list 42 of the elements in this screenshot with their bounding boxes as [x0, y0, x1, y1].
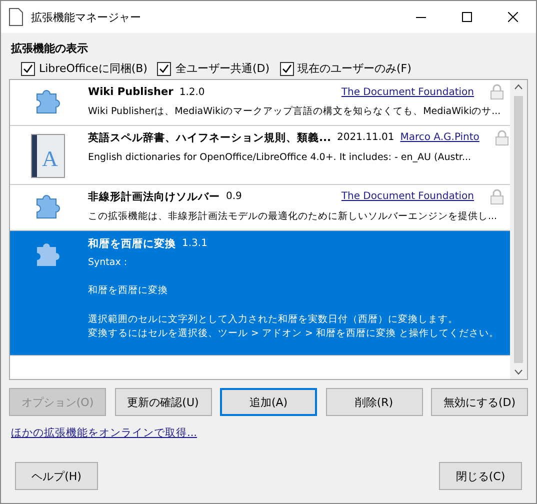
action-button[interactable]: 更新の確認(U): [114, 388, 212, 416]
extension-version: 1.2.0: [179, 86, 205, 98]
extension-description: この拡張機能は、非線形計画法モデルの最適化のために新しいソルバーエンジンを提供し...: [88, 210, 498, 224]
extension-name: 英語スペル辞書、ハイフネーション規則、類義...: [88, 130, 331, 145]
book-icon: A: [31, 134, 65, 178]
extension-description: 選択範囲のセルに文字列として入力された和暦を実数日付（西暦）に変換します。: [88, 313, 458, 327]
action-button[interactable]: 削除(R): [326, 388, 422, 416]
extension-name: 非線形計画法向けソルバー: [88, 190, 220, 204]
online-extensions-link[interactable]: ほかの拡張機能をオンラインで取得...: [11, 426, 198, 440]
checkbox[interactable]: [21, 62, 35, 76]
publisher-link[interactable]: The Document Foundation: [341, 191, 474, 202]
extension-row[interactable]: 和暦を西暦に変換 1.3.1 Syntax : 和暦を西暦に変換 選択範囲のセルに文字列として入力された和暦を実数日付（西暦）に変換します。 変換するにはセルを選択後、ツール > アドオン > 和暦を西暦に変換 と操作してください。: [10, 230, 510, 356]
publisher-link[interactable]: Marco A.G.Pinto: [400, 132, 480, 144]
extension-description: English dictionaries for OpenOffice/LibreOffice 4.0+. It includes: - en_AU (Austr...: [88, 150, 472, 165]
extension-description: Syntax :: [88, 256, 128, 270]
maximize-icon: [462, 12, 472, 22]
puzzle-piece-icon: [36, 88, 60, 114]
puzzle-piece-icon: [36, 240, 60, 267]
action-button[interactable]: 追加(A): [220, 388, 317, 416]
checkbox-label: 現在のユーザーのみ(F): [298, 61, 412, 76]
scrollbar[interactable]: [510, 80, 527, 379]
checkbox[interactable]: [280, 62, 294, 76]
extension-version: 2021.11.01: [336, 132, 394, 144]
extension-description: 変換するにはセルを選択後、ツール > アドオン > 和暦を西暦に変換 と操作してください。: [88, 326, 500, 341]
extension-description: 和暦を西暦に変換: [88, 284, 168, 298]
puzzle-piece-icon: [36, 192, 60, 219]
extension-name: Wiki Publisher: [88, 86, 174, 98]
document-icon: [9, 8, 23, 26]
action-button[interactable]: 無効にする(D): [431, 388, 528, 416]
close-dialog-button[interactable]: 閉じる(C): [439, 462, 522, 490]
section-heading: 拡張機能の表示: [11, 41, 89, 56]
extension-description: Wiki Publisherは、MediaWikiのマークアップ言語の構文を知らなくても、MediaWikiのサ...: [88, 105, 501, 119]
checkbox-label: 全ユーザー共通(D): [175, 61, 270, 76]
publisher-link[interactable]: The Document Foundation: [341, 86, 474, 98]
window-title: 拡張機能マネージャー: [31, 10, 142, 24]
extension-version: 0.9: [226, 191, 242, 202]
extension-name: 和暦を西暦に変換: [88, 236, 176, 251]
close-icon: [508, 12, 518, 22]
checkbox-label: LibreOfficeに同梱(B): [39, 61, 148, 76]
help-button[interactable]: ヘルプ(H): [15, 462, 98, 490]
checkbox[interactable]: [157, 62, 172, 76]
extension-version: 1.3.1: [182, 238, 208, 250]
